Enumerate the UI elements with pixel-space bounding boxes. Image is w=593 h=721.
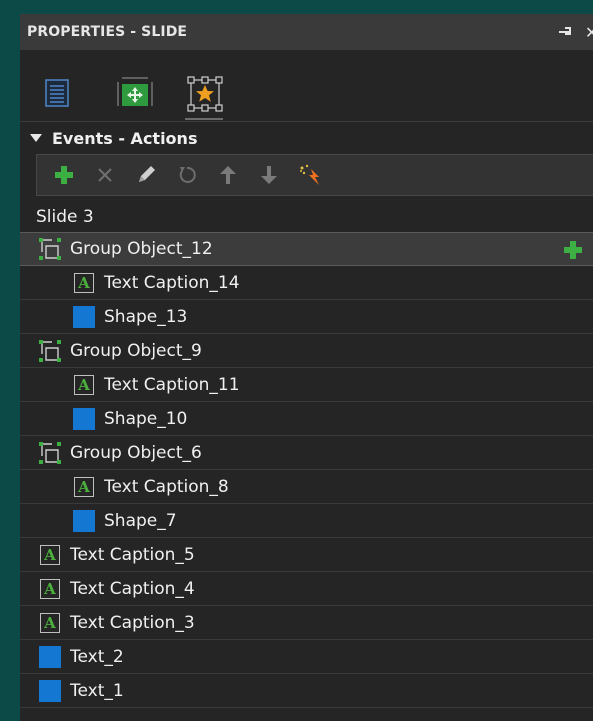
- shape-icon: [38, 679, 62, 703]
- move-up-icon: [220, 166, 236, 184]
- delete-icon: [98, 168, 112, 182]
- tree-row[interactable]: A Text Caption_3: [20, 606, 593, 640]
- move-down-icon: [261, 166, 277, 184]
- text-caption-icon: A: [38, 577, 62, 601]
- shape-icon: [72, 407, 96, 431]
- tree-root-slide[interactable]: Slide 3: [20, 202, 593, 232]
- reset-action-button[interactable]: [174, 162, 200, 188]
- tree-row[interactable]: Group Object_6: [20, 436, 593, 470]
- effects-button[interactable]: [297, 162, 323, 188]
- shape-icon: [72, 509, 96, 533]
- tree-row[interactable]: Shape_10: [20, 402, 593, 436]
- tree-row[interactable]: A Text Caption_11: [20, 368, 593, 402]
- add-icon[interactable]: [563, 240, 583, 260]
- tree-row[interactable]: Shape_7: [20, 504, 593, 538]
- text-caption-icon: A: [38, 543, 62, 567]
- caret-down-icon[interactable]: [30, 134, 42, 142]
- edit-action-button[interactable]: [133, 162, 159, 188]
- tree-row-label: Shape_13: [104, 306, 188, 327]
- events-actions-header[interactable]: Events - Actions: [20, 122, 593, 154]
- tab-slide-options[interactable]: [116, 76, 153, 110]
- tree-row[interactable]: A Text Caption_4: [20, 572, 593, 606]
- tree-row-label: Text Caption_11: [104, 374, 240, 395]
- close-icon[interactable]: ✕: [585, 23, 593, 42]
- text-caption-icon: A: [72, 271, 96, 295]
- tree-row-label: Text_1: [70, 680, 124, 701]
- tree-row-label: Text_2: [70, 646, 124, 667]
- tree-row-label: Text Caption_3: [70, 612, 195, 633]
- tree-row[interactable]: A Text Caption_14: [20, 266, 593, 300]
- text-caption-icon: A: [38, 611, 62, 635]
- group-object-icon: [38, 339, 62, 363]
- tree-row-label: Text Caption_4: [70, 578, 195, 599]
- tree-row-label: Group Object_9: [70, 340, 202, 361]
- group-object-icon: [38, 441, 62, 465]
- tree-rows: Group Object_12 A Text Caption_14 Shape_…: [20, 232, 593, 708]
- group-object-icon: [38, 237, 62, 261]
- title-tools: ✕: [557, 14, 593, 50]
- pin-icon[interactable]: [557, 25, 575, 39]
- list-properties-icon: [45, 79, 69, 107]
- edit-icon: [139, 166, 155, 182]
- tree-row-label: Shape_7: [104, 510, 177, 531]
- object-tree: Slide 3 Group Object_12 A Text Caption_1…: [20, 202, 593, 708]
- tree-row-label: Group Object_12: [70, 239, 213, 259]
- tree-row[interactable]: Group Object_9: [20, 334, 593, 368]
- tree-row-label: Group Object_6: [70, 442, 202, 463]
- section-title: Events - Actions: [52, 128, 198, 148]
- properties-panel: PROPERTIES - SLIDE ✕ Events - Actions Sl…: [20, 14, 593, 721]
- actions-toolbar: [36, 154, 593, 196]
- tree-row[interactable]: A Text Caption_5: [20, 538, 593, 572]
- slide-options-icon: [117, 77, 153, 106]
- tree-row-label: Text Caption_8: [104, 476, 229, 497]
- text-caption-icon: A: [72, 373, 96, 397]
- panel-titlebar: PROPERTIES - SLIDE ✕: [20, 14, 593, 50]
- tree-row[interactable]: Group Object_12: [20, 232, 593, 266]
- delete-action-button[interactable]: [92, 162, 118, 188]
- tree-row[interactable]: Text_2: [20, 640, 593, 674]
- tree-row-label: Text Caption_14: [104, 272, 240, 293]
- tab-actions[interactable]: [185, 76, 223, 120]
- move-up-button[interactable]: [215, 162, 241, 188]
- tree-row[interactable]: Shape_13: [20, 300, 593, 334]
- actions-star-icon: [187, 76, 223, 112]
- shape-icon: [38, 645, 62, 669]
- text-caption-icon: A: [72, 475, 96, 499]
- tab-properties[interactable]: [40, 76, 74, 110]
- tree-row-label: Text Caption_5: [70, 544, 195, 565]
- tree-row-label: Shape_10: [104, 408, 188, 429]
- effects-icon: [300, 164, 319, 185]
- move-down-button[interactable]: [256, 162, 282, 188]
- add-icon: [55, 166, 73, 184]
- tree-row[interactable]: Text_1: [20, 674, 593, 708]
- panel-title: PROPERTIES - SLIDE: [27, 24, 188, 40]
- tree-row[interactable]: A Text Caption_8: [20, 470, 593, 504]
- reset-icon: [179, 166, 196, 183]
- add-action-button[interactable]: [51, 162, 77, 188]
- property-tabs: [20, 50, 593, 122]
- shape-icon: [72, 305, 96, 329]
